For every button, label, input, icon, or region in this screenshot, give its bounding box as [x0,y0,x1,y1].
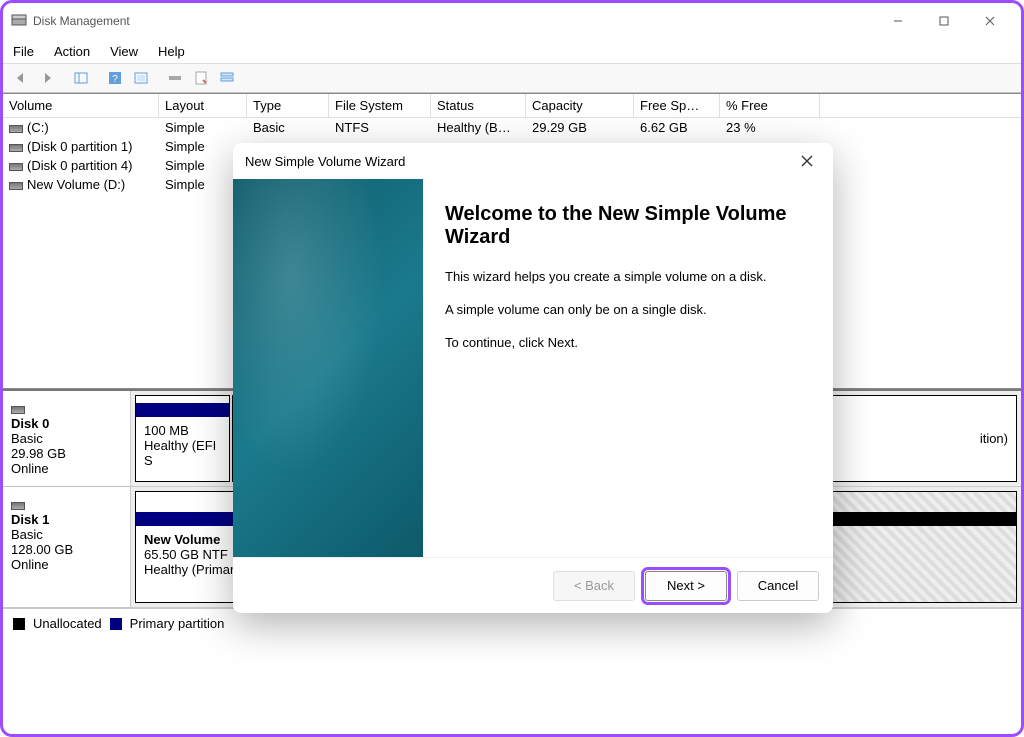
volume-name: (C:) [27,120,49,135]
list-icon[interactable] [215,66,239,90]
wizard-sidebar-graphic [233,179,423,557]
legend-unallocated-label: Unallocated [33,616,102,631]
window-controls [875,5,1013,37]
partition-bar [136,403,229,417]
legend-primary-box [110,618,122,630]
wizard-title-text: New Simple Volume Wizard [245,154,405,169]
col-type[interactable]: Type [247,94,329,117]
forward-icon[interactable] [35,66,59,90]
cancel-button[interactable]: Cancel [737,571,819,601]
wizard-content: Welcome to the New Simple Volume Wizard … [423,179,833,557]
cell: NTFS [329,118,431,137]
disk-icon [11,406,25,414]
partition-status: ition) [980,431,1008,446]
volume-table-header: Volume Layout Type File System Status Ca… [3,94,1021,118]
wizard-buttons: < Back Next > Cancel [233,557,833,613]
disk-icon [9,182,23,190]
disk-size: 29.98 GB [11,446,122,461]
legend-primary-label: Primary partition [130,616,225,631]
partition[interactable]: 100 MB Healthy (EFI S [135,395,230,482]
cell: 23 % [720,118,820,137]
back-icon[interactable] [9,66,33,90]
show-hide-icon[interactable] [69,66,93,90]
disk-name: Disk 0 [11,416,122,431]
menu-action[interactable]: Action [54,44,90,59]
wizard-close-button[interactable] [793,147,821,175]
col-capacity[interactable]: Capacity [526,94,634,117]
wizard-text: This wizard helps you create a simple vo… [445,269,811,286]
table-row[interactable]: (C:) Simple Basic NTFS Healthy (B… 29.29… [3,118,1021,137]
col-volume[interactable]: Volume [3,94,159,117]
cell: 29.29 GB [526,118,634,137]
settings-icon[interactable] [163,66,187,90]
menu-file[interactable]: File [13,44,34,59]
cell: Simple [159,118,247,137]
cell: 6.62 GB [634,118,720,137]
svg-text:?: ? [112,74,118,85]
menubar: File Action View Help [3,39,1021,63]
disk-info[interactable]: Disk 0 Basic 29.98 GB Online [3,391,131,486]
toolbar: ? [3,63,1021,93]
menu-help[interactable]: Help [158,44,185,59]
refresh-icon[interactable] [129,66,153,90]
volume-name: New Volume (D:) [27,177,125,192]
next-button[interactable]: Next > [645,571,727,601]
disk-name: Disk 1 [11,512,122,527]
disk-icon [11,502,25,510]
disk-status: Online [11,557,122,572]
col-status[interactable]: Status [431,94,526,117]
wizard-dialog: New Simple Volume Wizard Welcome to the … [233,143,833,613]
close-button[interactable] [967,5,1013,37]
menu-view[interactable]: View [110,44,138,59]
wizard-heading: Welcome to the New Simple Volume Wizard [445,203,811,249]
disk-info[interactable]: Disk 1 Basic 128.00 GB Online [3,487,131,607]
volume-name: (Disk 0 partition 1) [27,139,132,154]
help-icon[interactable]: ? [103,66,127,90]
disk-icon [9,125,23,133]
disk-status: Online [11,461,122,476]
app-icon [11,13,27,29]
wizard-body: Welcome to the New Simple Volume Wizard … [233,179,833,557]
disk-icon [9,144,23,152]
col-layout[interactable]: Layout [159,94,247,117]
properties-icon[interactable] [189,66,213,90]
cell: Healthy (B… [431,118,526,137]
maximize-button[interactable] [921,5,967,37]
back-button: < Back [553,571,635,601]
partition-size: 100 MB [144,423,221,438]
col-freespace[interactable]: Free Sp… [634,94,720,117]
wizard-text: A simple volume can only be on a single … [445,302,811,319]
minimize-button[interactable] [875,5,921,37]
titlebar: Disk Management [3,3,1021,39]
disk-icon [9,163,23,171]
partition-status: Healthy (EFI S [144,438,221,468]
disk-type: Basic [11,527,122,542]
disk-size: 128.00 GB [11,542,122,557]
disk-type: Basic [11,431,122,446]
volume-name: (Disk 0 partition 4) [27,158,132,173]
cell: Basic [247,118,329,137]
wizard-text: To continue, click Next. [445,335,811,352]
col-filesystem[interactable]: File System [329,94,431,117]
wizard-titlebar: New Simple Volume Wizard [233,143,833,179]
legend-unallocated-box [13,618,25,630]
col-pctfree[interactable]: % Free [720,94,820,117]
window-title: Disk Management [33,14,875,28]
